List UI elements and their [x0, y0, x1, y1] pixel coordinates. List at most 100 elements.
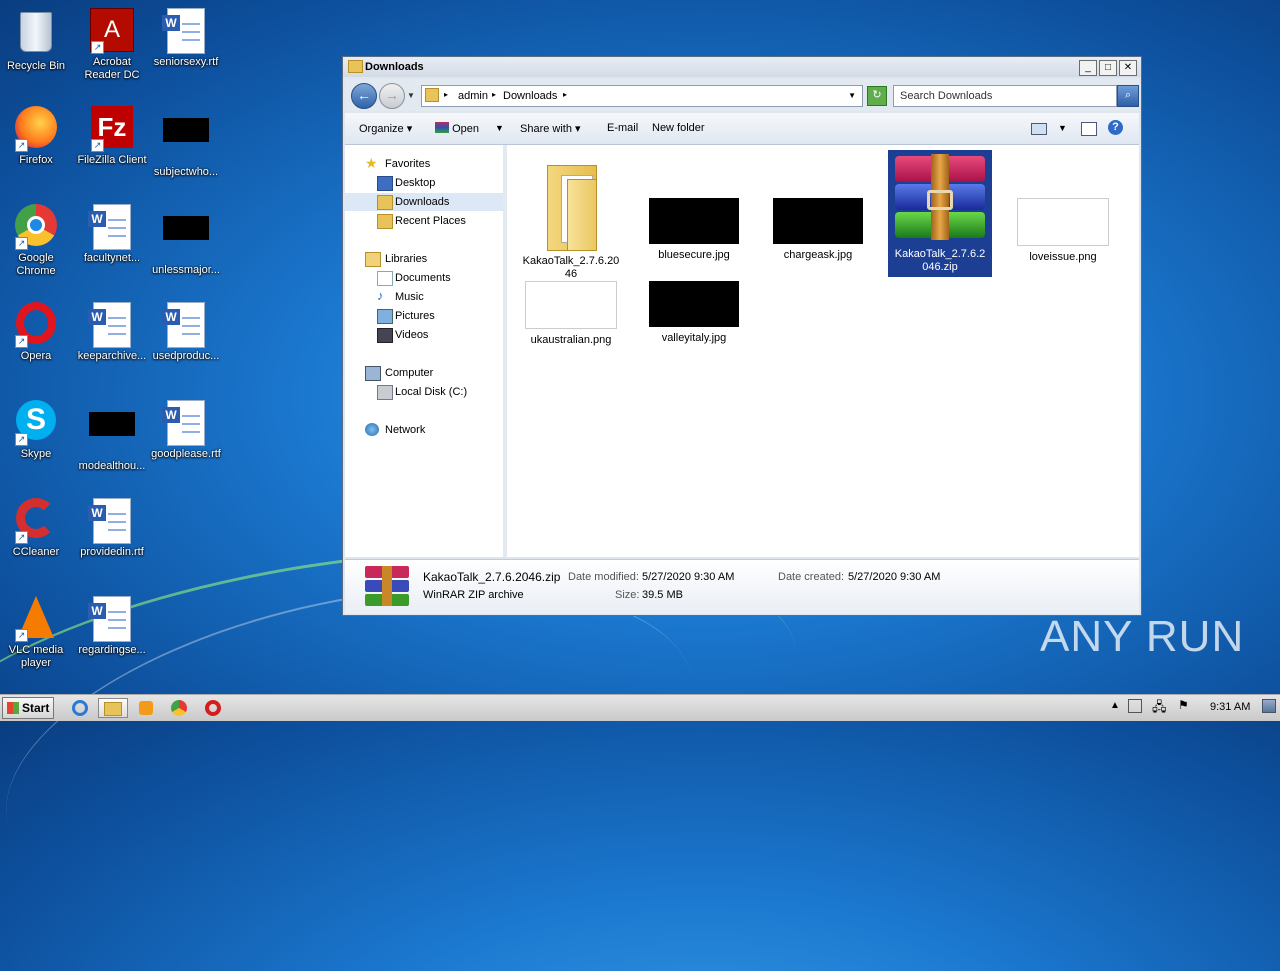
new-folder-button[interactable]: New folder: [652, 122, 705, 134]
chevron-right-icon: ▸: [563, 90, 568, 99]
search-icon[interactable]: ⌕: [1117, 85, 1139, 107]
taskbar: Start ▲ 🖧 ⚑ 9:31 AM: [0, 694, 1280, 721]
file-item-folder[interactable]: KakaoTalk_2.7.6.2046: [521, 153, 621, 280]
forward-button[interactable]: →: [379, 83, 405, 109]
breadcrumb-downloads[interactable]: Downloads: [503, 90, 557, 102]
skype-icon: S ↗: [13, 400, 59, 446]
black-thumbnail-icon: [163, 216, 209, 262]
desktop-icon-subjectwho[interactable]: subjectwho...: [150, 106, 222, 179]
downloads-folder-icon: [377, 195, 393, 210]
chevron-right-icon: ▸: [492, 90, 497, 99]
nav-network[interactable]: Network: [345, 421, 503, 439]
file-item-loveissue[interactable]: loveissue.png: [1013, 198, 1113, 264]
file-item-kakaotalk-zip[interactable]: KakaoTalk_2.7.6.2046.zip: [888, 150, 992, 277]
desktop-icon-recycle-bin[interactable]: Recycle Bin: [0, 8, 72, 73]
taskbar-ie-icon[interactable]: [68, 698, 92, 718]
nav-downloads[interactable]: Downloads: [345, 193, 503, 211]
desktop-icon-goodplease[interactable]: W goodplease.rtf: [150, 400, 222, 461]
nav-libraries[interactable]: Libraries: [345, 250, 503, 268]
desktop-icon-modealthou[interactable]: modealthou...: [76, 400, 148, 473]
nav-favorites[interactable]: ★ Favorites: [345, 155, 503, 173]
share-with-button[interactable]: Share with ▾: [520, 122, 581, 135]
email-button[interactable]: E-mail: [607, 122, 638, 134]
local-disk-icon: [377, 385, 393, 400]
desktop-icon-chrome[interactable]: ↗ Google Chrome: [0, 204, 72, 278]
refresh-button[interactable]: ↻: [867, 86, 887, 106]
file-item-valleyitaly[interactable]: valleyitaly.jpg: [644, 281, 744, 345]
desktop-icon-keeparchive[interactable]: W keeparchive...: [76, 302, 148, 363]
network-tray-icon[interactable]: 🖧: [1152, 698, 1167, 720]
desktop-icon-skype[interactable]: S ↗ Skype: [0, 400, 72, 461]
maximize-button[interactable]: □: [1099, 60, 1117, 76]
desktop-icon-seniorsexy[interactable]: W seniorsexy.rtf: [150, 8, 222, 69]
open-button[interactable]: Open: [435, 122, 479, 135]
preview-pane-icon[interactable]: [1081, 122, 1097, 136]
nav-recent-places[interactable]: Recent Places: [345, 212, 503, 230]
action-center-icon[interactable]: [1128, 699, 1142, 713]
recent-pages-chevron-icon[interactable]: ▼: [407, 91, 415, 100]
flag-icon[interactable]: ⚑: [1178, 698, 1189, 712]
word-doc-icon: W: [88, 204, 135, 250]
tray-expand-icon[interactable]: ▲: [1110, 700, 1120, 711]
winrar-icon: [435, 122, 449, 133]
details-size-label: Size:: [615, 589, 640, 601]
desktop-icon-ccleaner[interactable]: ↗ CCleaner: [0, 498, 72, 559]
change-view-icon[interactable]: [1031, 123, 1047, 135]
desktop-icon-firefox[interactable]: ↗ Firefox: [0, 106, 72, 167]
nav-music[interactable]: ♪ Music: [345, 288, 503, 306]
nav-videos[interactable]: Videos: [345, 326, 503, 344]
taskbar-opera-icon[interactable]: [201, 698, 225, 718]
minimize-button[interactable]: _: [1079, 60, 1097, 76]
help-icon[interactable]: ?: [1108, 120, 1123, 135]
firefox-icon: ↗: [13, 106, 59, 152]
address-dropdown-icon[interactable]: ▼: [848, 91, 856, 100]
word-doc-icon: W: [162, 8, 209, 54]
chrome-icon: ↗: [13, 204, 59, 250]
explorer-window[interactable]: Downloads _ □ ✕ ← → ▼ ▸ admin ▸ Download…: [342, 56, 1142, 616]
file-item-bluesecure[interactable]: bluesecure.jpg: [644, 198, 744, 262]
chevron-right-icon: ▸: [444, 90, 449, 99]
open-dropdown-icon[interactable]: ▼: [495, 123, 504, 133]
organize-button[interactable]: Organize ▾: [359, 122, 412, 135]
desktop-icon-acrobat[interactable]: A ↗ Acrobat Reader DC: [76, 8, 148, 82]
desktop-icon-regardingse[interactable]: W regardingse...: [76, 596, 148, 657]
nav-computer[interactable]: Computer: [345, 364, 503, 382]
desktop-icon-providedin[interactable]: W providedin.rtf: [76, 498, 148, 559]
file-item-chargeask[interactable]: chargeask.jpg: [768, 198, 868, 262]
taskbar-media-player-icon[interactable]: [134, 698, 158, 718]
view-dropdown-icon[interactable]: ▼: [1058, 123, 1067, 133]
show-desktop-button[interactable]: [1262, 699, 1276, 713]
folder-icon: [543, 157, 599, 251]
nav-desktop[interactable]: Desktop: [345, 174, 503, 192]
back-button[interactable]: ←: [351, 83, 377, 109]
folder-icon: [425, 88, 439, 102]
window-titlebar[interactable]: Downloads _ □ ✕: [343, 57, 1141, 77]
file-item-ukaustralian[interactable]: ukaustralian.png: [521, 281, 621, 347]
documents-icon: [377, 271, 393, 286]
search-input[interactable]: Search Downloads: [893, 85, 1117, 107]
image-thumbnail: [773, 198, 863, 244]
desktop-icon-opera[interactable]: ↗ Opera: [0, 302, 72, 363]
nav-pictures[interactable]: Pictures: [345, 307, 503, 325]
word-doc-icon: W: [162, 302, 209, 348]
desktop-icon-usedproduc[interactable]: W usedproduc...: [150, 302, 222, 363]
clock[interactable]: 9:31 AM: [1210, 701, 1250, 713]
ccleaner-icon: ↗: [13, 498, 59, 544]
breadcrumb-admin[interactable]: admin: [458, 90, 488, 102]
windows-logo-icon: [7, 702, 19, 714]
image-thumbnail: [649, 198, 739, 244]
nav-local-disk[interactable]: Local Disk (C:): [345, 383, 503, 401]
nav-documents[interactable]: Documents: [345, 269, 503, 287]
desktop-icon-vlc[interactable]: ↗ VLC media player: [0, 596, 72, 670]
start-button[interactable]: Start: [2, 697, 54, 719]
taskbar-chrome-icon[interactable]: [167, 698, 191, 718]
desktop-icon-filezilla[interactable]: Fz ↗ FileZilla Client: [76, 106, 148, 167]
taskbar-explorer-icon[interactable]: [98, 698, 128, 718]
breadcrumb[interactable]: ▸ admin ▸ Downloads ▸ ▼: [421, 85, 863, 107]
desktop-icon-unlessmajor[interactable]: unlessmajor...: [150, 204, 222, 277]
folder-icon: [348, 60, 363, 73]
desktop-icon-facultynet[interactable]: W facultynet...: [76, 204, 148, 265]
image-thumbnail: [1017, 198, 1109, 246]
close-button[interactable]: ✕: [1119, 60, 1137, 76]
details-size-value: 39.5 MB: [642, 589, 683, 601]
